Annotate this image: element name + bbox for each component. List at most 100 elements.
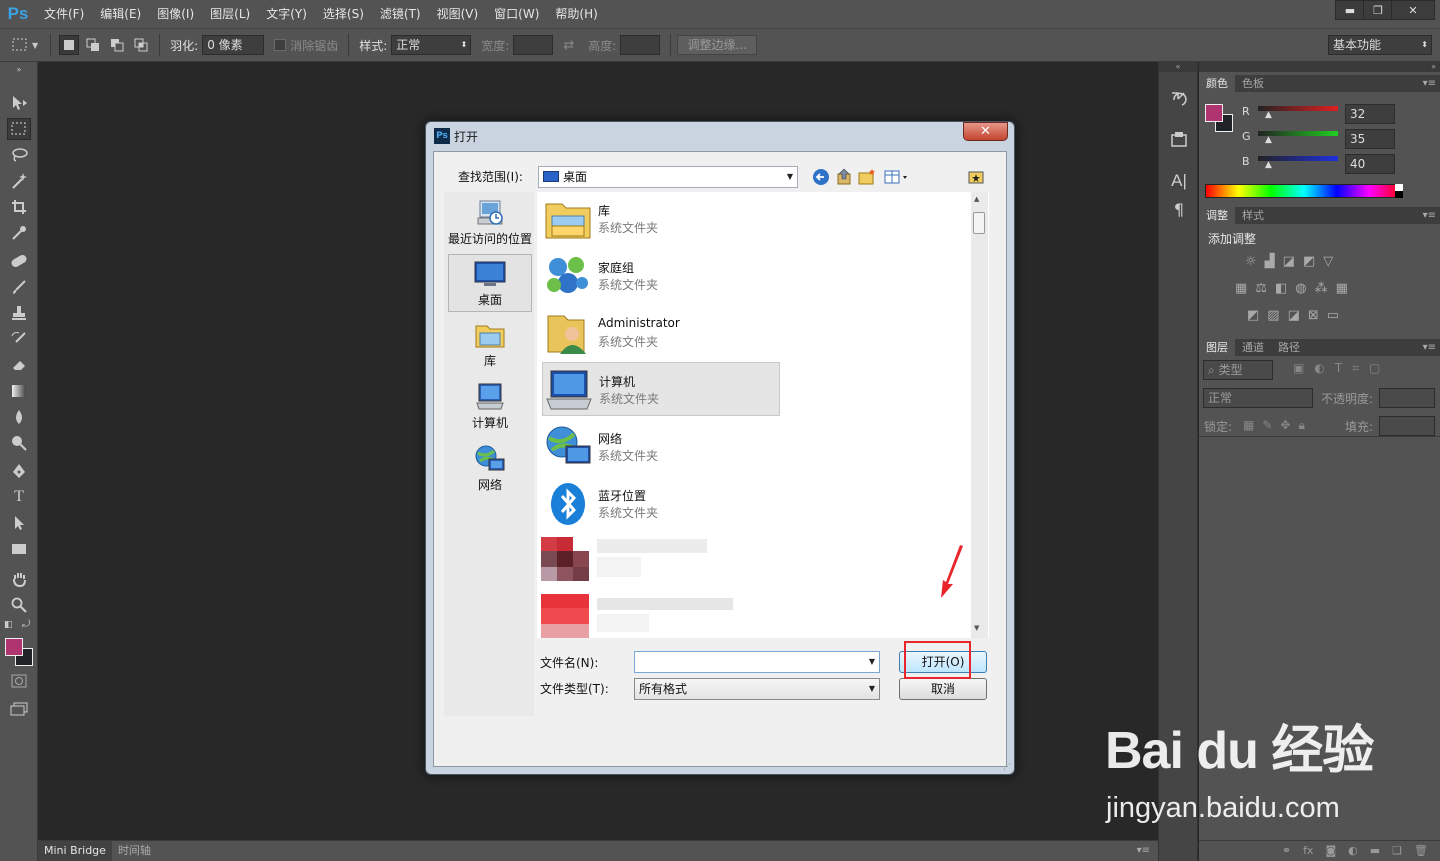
scrollbar-thumb[interactable] bbox=[973, 212, 985, 234]
lock-pixels-icon[interactable]: ✎ bbox=[1262, 418, 1272, 433]
intersect-selection-icon[interactable] bbox=[131, 35, 151, 55]
width-input[interactable] bbox=[513, 35, 554, 55]
color-balance-icon[interactable]: ⚖ bbox=[1255, 281, 1267, 296]
default-colors-icon[interactable]: ◧ bbox=[4, 620, 13, 630]
tab-adjustments[interactable]: 调整 bbox=[1199, 207, 1235, 224]
gradient-tool-icon[interactable] bbox=[7, 380, 31, 402]
height-input[interactable] bbox=[620, 35, 661, 55]
panel-menu-icon[interactable]: ▾≡ bbox=[1423, 339, 1436, 356]
layer-kind-filter[interactable]: ⌕ 类型 bbox=[1203, 360, 1273, 380]
menu-file[interactable]: 文件(F) bbox=[36, 0, 92, 28]
stamp-tool-icon[interactable] bbox=[7, 302, 31, 324]
paragraph-panel-icon[interactable]: ¶ bbox=[1168, 198, 1190, 220]
menu-help[interactable]: 帮助(H) bbox=[547, 0, 605, 28]
place-computer[interactable]: 计算机 bbox=[448, 378, 532, 436]
curves-icon[interactable]: ◪ bbox=[1283, 254, 1295, 269]
brightness-icon[interactable]: ☼ bbox=[1245, 254, 1257, 269]
chevron-down-icon[interactable]: ▼ bbox=[32, 41, 38, 50]
screen-mode-icon[interactable] bbox=[7, 698, 31, 720]
refine-edge-button[interactable]: 调整边缘... bbox=[677, 35, 758, 55]
close-button[interactable]: ✕ bbox=[1391, 0, 1435, 20]
pixel-filter-icon[interactable]: ▣ bbox=[1293, 361, 1304, 376]
pixelated-file-item[interactable] bbox=[541, 594, 741, 638]
black-white-icon[interactable]: ◧ bbox=[1275, 281, 1287, 296]
pixelated-file-item[interactable] bbox=[541, 537, 711, 595]
selective-color-icon[interactable]: ⊠ bbox=[1308, 308, 1319, 323]
tab-paths[interactable]: 路径 bbox=[1271, 339, 1307, 356]
vibrance-icon[interactable]: ▽ bbox=[1323, 254, 1333, 269]
trash-icon[interactable]: 🗑︎ bbox=[1414, 841, 1428, 861]
place-library[interactable]: 库 bbox=[448, 316, 532, 374]
file-item-administrator[interactable]: Administrator 系统文件夹 bbox=[542, 306, 780, 360]
place-recent[interactable]: 最近访问的位置 bbox=[448, 194, 532, 252]
black-swatch[interactable] bbox=[1395, 191, 1403, 198]
history-brush-icon[interactable] bbox=[7, 328, 31, 350]
back-icon[interactable] bbox=[812, 168, 830, 186]
new-layer-icon[interactable]: ❏ bbox=[1392, 841, 1402, 861]
collapse-icon[interactable]: « bbox=[1159, 62, 1197, 72]
place-desktop[interactable]: 桌面 bbox=[448, 254, 532, 312]
fx-icon[interactable]: fx bbox=[1303, 841, 1313, 861]
invert-icon[interactable]: ◩ bbox=[1247, 308, 1259, 323]
filetype-select[interactable]: 所有格式 ▼ bbox=[634, 678, 880, 700]
menu-view[interactable]: 视图(V) bbox=[429, 0, 487, 28]
antialias-checkbox[interactable] bbox=[274, 39, 287, 51]
fill-input[interactable] bbox=[1379, 416, 1435, 436]
look-in-combo[interactable]: 桌面 ▼ bbox=[538, 166, 798, 188]
style-select[interactable]: 正常 ⬍ bbox=[391, 35, 472, 55]
menu-layer[interactable]: 图层(L) bbox=[202, 0, 258, 28]
eyedropper-icon[interactable] bbox=[7, 222, 31, 244]
adjustment-filter-icon[interactable]: ◐ bbox=[1314, 361, 1324, 376]
feather-input[interactable]: 0 像素 bbox=[202, 35, 265, 55]
dialog-close-button[interactable]: ✕ bbox=[963, 122, 1008, 141]
view-menu-icon[interactable] bbox=[884, 168, 912, 186]
white-swatch[interactable] bbox=[1395, 184, 1403, 191]
tab-mini-bridge[interactable]: Mini Bridge bbox=[38, 841, 112, 861]
panel-menu-icon[interactable]: ▾≡ bbox=[1423, 75, 1436, 92]
red-input[interactable]: 32 bbox=[1345, 104, 1395, 124]
chevron-down-icon[interactable]: ▼ bbox=[974, 624, 979, 632]
foreground-color-swatch[interactable] bbox=[5, 638, 23, 656]
hue-saturation-icon[interactable]: ▦ bbox=[1235, 281, 1247, 296]
shape-filter-icon[interactable]: ⌗ bbox=[1352, 361, 1359, 376]
menu-image[interactable]: 图像(I) bbox=[149, 0, 202, 28]
path-selection-icon[interactable] bbox=[7, 512, 31, 534]
new-selection-icon[interactable] bbox=[59, 35, 80, 55]
menu-type[interactable]: 文字(Y) bbox=[258, 0, 315, 28]
mask-icon[interactable]: ◙ bbox=[1325, 841, 1336, 861]
cancel-button[interactable]: 取消 bbox=[899, 678, 987, 700]
chevron-up-icon[interactable]: ▲ bbox=[974, 195, 979, 203]
type-tool-icon[interactable]: T bbox=[7, 486, 31, 508]
slider-thumb-icon[interactable]: ▲ bbox=[1265, 135, 1272, 145]
panel-menu-icon[interactable]: ▾≡ bbox=[1137, 841, 1150, 861]
exposure-icon[interactable]: ◩ bbox=[1303, 254, 1315, 269]
filename-input[interactable]: ▼ bbox=[634, 651, 880, 673]
menu-select[interactable]: 选择(S) bbox=[315, 0, 372, 28]
foreground-color-swatch[interactable] bbox=[1205, 104, 1223, 122]
tab-swatches[interactable]: 色板 bbox=[1235, 75, 1271, 92]
slider-thumb-icon[interactable]: ▲ bbox=[1265, 110, 1272, 120]
add-selection-icon[interactable] bbox=[83, 35, 103, 55]
place-network[interactable]: 网络 bbox=[448, 440, 532, 498]
file-item-network[interactable]: 网络 系统文件夹 bbox=[542, 420, 780, 474]
slider-thumb-icon[interactable]: ▲ bbox=[1265, 160, 1272, 170]
blur-tool-icon[interactable] bbox=[7, 406, 31, 428]
healing-brush-icon[interactable] bbox=[7, 250, 31, 272]
lock-position-icon[interactable]: ✥ bbox=[1280, 418, 1290, 433]
color-spectrum-bar[interactable] bbox=[1205, 184, 1403, 198]
subtract-selection-icon[interactable] bbox=[107, 35, 127, 55]
tab-layers[interactable]: 图层 bbox=[1199, 339, 1235, 356]
type-filter-icon[interactable]: T bbox=[1335, 361, 1342, 376]
favorites-icon[interactable] bbox=[968, 170, 984, 184]
brush-tool-icon[interactable] bbox=[7, 276, 31, 298]
blend-mode-select[interactable]: 正常 bbox=[1203, 388, 1313, 408]
menu-window[interactable]: 窗口(W) bbox=[486, 0, 547, 28]
properties-panel-icon[interactable] bbox=[1168, 128, 1190, 150]
smart-object-filter-icon[interactable]: ▢ bbox=[1369, 361, 1380, 376]
hand-tool-icon[interactable] bbox=[7, 568, 31, 590]
blue-input[interactable]: 40 bbox=[1345, 154, 1395, 174]
history-panel-icon[interactable] bbox=[1168, 88, 1190, 110]
link-layers-icon[interactable]: ⚭ bbox=[1282, 841, 1291, 861]
posterize-icon[interactable]: ▨ bbox=[1267, 308, 1279, 323]
eraser-tool-icon[interactable] bbox=[7, 354, 31, 376]
